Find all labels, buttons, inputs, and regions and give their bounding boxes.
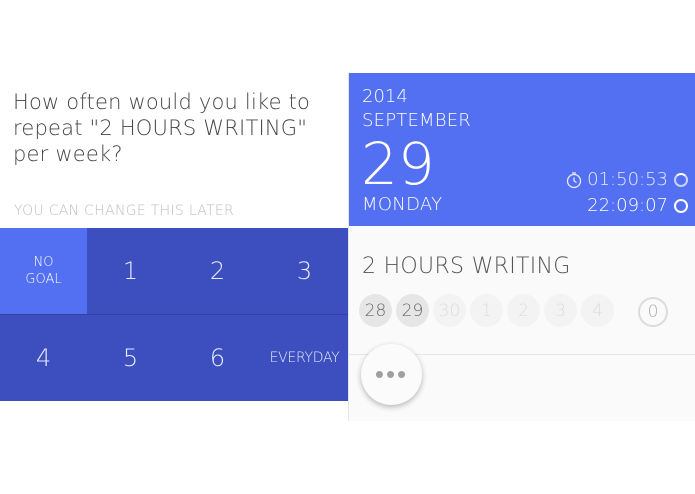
frequency-picker: How often would you like to repeat "2 HO…: [0, 73, 348, 401]
option-2[interactable]: 2: [174, 228, 261, 314]
clock-time: 22:09:07: [587, 195, 668, 216]
elapsed-time: 01:50:53: [587, 169, 668, 190]
day-chip[interactable]: 3: [544, 294, 577, 327]
current-time: 22:09:07: [587, 195, 688, 216]
habit-card: 2014 SEPTEMBER 29 MONDAY 01:50:53 22:09:…: [348, 73, 695, 421]
elapsed-timer: 01:50:53: [565, 169, 688, 190]
day-chip[interactable]: 2: [507, 294, 540, 327]
option-everyday[interactable]: EVERYDAY: [261, 315, 348, 401]
habit-title: 2 HOURS WRITING: [362, 254, 571, 279]
option-3[interactable]: 3: [261, 228, 348, 314]
day-chip[interactable]: 4: [581, 294, 614, 327]
option-label: NO GOAL: [25, 255, 62, 287]
day-strip: 28 29 30 1 2 3 4: [359, 294, 618, 327]
option-no-goal[interactable]: NO GOAL: [0, 228, 87, 314]
day-chip[interactable]: 28: [359, 294, 392, 327]
day-number: 29: [361, 130, 435, 198]
year-label: 2014: [362, 86, 408, 107]
option-1[interactable]: 1: [87, 228, 174, 314]
day-chip[interactable]: 30: [433, 294, 466, 327]
hint-text: YOU CAN CHANGE THIS LATER: [14, 203, 235, 219]
date-header: 2014 SEPTEMBER 29 MONDAY 01:50:53 22:09:…: [349, 73, 695, 226]
day-chip[interactable]: 29: [396, 294, 429, 327]
weekday-label: MONDAY: [362, 194, 443, 215]
progress-ring-icon: [674, 172, 688, 187]
question-text: How often would you like to repeat "2 HO…: [13, 90, 311, 166]
stopwatch-icon: [567, 171, 582, 188]
frequency-grid: NO GOAL 1 2 3 4 5 6 EVERYDAY: [0, 228, 348, 401]
option-6[interactable]: 6: [174, 315, 261, 401]
day-chip[interactable]: 1: [470, 294, 503, 327]
clock-ring-icon: [674, 198, 688, 213]
more-options-button[interactable]: •••: [361, 344, 422, 405]
month-label: SEPTEMBER: [362, 110, 472, 131]
option-5[interactable]: 5: [87, 315, 174, 401]
option-4[interactable]: 4: [0, 315, 87, 401]
completion-count-badge: 0: [638, 297, 668, 327]
